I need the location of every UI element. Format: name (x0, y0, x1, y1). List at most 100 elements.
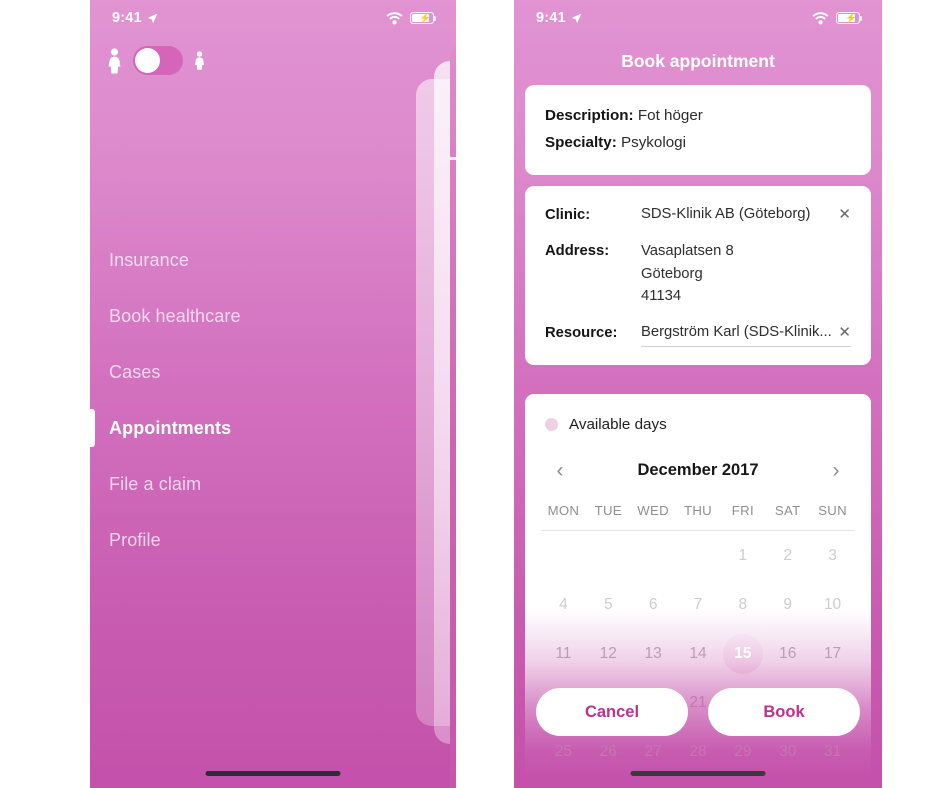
specialty-value: Psykologi (620, 134, 686, 151)
battery-charging-icon: ⚡ (836, 12, 863, 24)
calendar-day-label: 15 (734, 644, 752, 662)
address-value: Vasaplatsen 8 Göteborg 41134 (641, 240, 851, 308)
calendar-day[interactable]: 11 (541, 645, 586, 663)
sidebar-item-insurance[interactable]: Insurance (90, 232, 420, 288)
status-bar: 9:41 ⚡ (514, 0, 882, 36)
sidebar-item-profile[interactable]: Profile (90, 512, 420, 568)
close-x-icon[interactable]: ✕ (838, 207, 851, 222)
toggle-knob (135, 48, 160, 73)
phone-left-menu-screen: UPCOMING Date booked: 12/12/2 Clinic: Ca… (90, 0, 456, 788)
legend-label: Available days (569, 416, 667, 433)
available-days-legend: Available days (541, 416, 855, 433)
status-bar: 9:41 ⚡ (90, 0, 456, 36)
toggle-switch[interactable] (133, 46, 183, 75)
weekday-label: WED (637, 503, 669, 518)
calendar-day[interactable]: 30 (765, 743, 810, 761)
resource-value: Bergström Karl (SDS-Klinik... (641, 323, 832, 340)
cancel-button[interactable]: Cancel (536, 688, 688, 736)
calendar-day[interactable]: 9 (765, 596, 810, 614)
panel-tabs[interactable]: UPCOMING (450, 128, 456, 142)
menu-list: Insurance Book healthcare Cases Appointm… (90, 232, 420, 568)
booking-details-card: Clinic: SDS-Klinik AB (Göteborg) ✕ Addre… (525, 186, 871, 365)
page-title: Book appointment (621, 51, 775, 71)
calendar-weekday-header: MON TUE WED THU FRI SAT SUN (541, 503, 855, 531)
clinic-row: Clinic: SDS-Klinik AB (Göteborg) ✕ (545, 204, 851, 226)
calendar-day[interactable]: 25 (541, 743, 586, 761)
weekday-label: MON (547, 503, 580, 518)
screenshot-stage: UPCOMING Date booked: 12/12/2 Clinic: Ca… (0, 0, 940, 788)
address-line: 41134 (641, 288, 682, 304)
chevron-right-icon[interactable]: › (825, 460, 847, 481)
sidebar-item-book-healthcare[interactable]: Book healthcare (90, 288, 420, 344)
calendar-day[interactable]: 2 (765, 547, 810, 565)
weekday-label: THU (683, 503, 712, 518)
profile-type-toggle[interactable] (106, 46, 206, 75)
calendar-day[interactable]: 31 (810, 743, 855, 761)
calendar-week-row: 11 12 13 14 15 16 17 (541, 629, 855, 678)
appointments-content-panel[interactable]: UPCOMING Date booked: 12/12/2 Clinic: Ca… (450, 42, 456, 788)
phone-right-booking-screen: Book appointment Description: Fot höger … (514, 0, 882, 788)
sidebar-item-label: Insurance (109, 249, 189, 270)
weekday-label: TUE (594, 503, 622, 518)
clinic-label: Clinic: (545, 207, 591, 223)
adult-person-icon (108, 47, 121, 73)
sidebar-item-label: Appointments (109, 417, 232, 438)
navigation-drawer: Insurance Book healthcare Cases Appointm… (90, 0, 420, 788)
specialty-label: Specialty: (545, 134, 617, 151)
status-bar-indicators: ⚡ (812, 11, 863, 25)
wifi-icon (386, 11, 403, 24)
sidebar-item-label: Book healthcare (109, 305, 241, 326)
calendar-day[interactable]: 10 (810, 596, 855, 614)
status-bar-time-group: 9:41 (112, 10, 158, 26)
weekday-label: FRI (731, 503, 754, 518)
calendar-day-selected[interactable]: 15 (720, 645, 765, 663)
sidebar-item-label: Profile (109, 529, 161, 550)
calendar-day[interactable]: 28 (676, 743, 721, 761)
calendar-day[interactable]: 3 (810, 547, 855, 565)
status-bar-time-group: 9:41 (536, 10, 582, 26)
legend-dot-icon (545, 418, 558, 431)
action-buttons: Cancel Book (536, 688, 860, 736)
calendar-day[interactable]: 16 (765, 645, 810, 663)
calendar-day[interactable]: 8 (720, 596, 765, 614)
calendar-day[interactable]: 12 (586, 645, 631, 663)
address-label: Address: (545, 243, 610, 259)
location-arrow-icon (147, 13, 158, 23)
battery-charging-icon: ⚡ (410, 12, 437, 24)
chevron-left-icon[interactable]: ‹ (549, 460, 571, 481)
description-row: Description: Fot höger (545, 102, 851, 129)
resource-label: Resource: (545, 324, 618, 341)
calendar-day[interactable]: 27 (631, 743, 676, 761)
sidebar-item-cases[interactable]: Cases (90, 344, 420, 400)
calendar-day[interactable]: 29 (720, 743, 765, 761)
sidebar-item-label: Cases (109, 361, 161, 382)
book-button[interactable]: Book (708, 688, 860, 736)
calendar-day[interactable]: 14 (676, 645, 721, 663)
calendar-header: ‹ December 2017 › (541, 460, 855, 481)
weekday-label: SAT (774, 503, 801, 518)
calendar-day[interactable]: 5 (586, 596, 631, 614)
sidebar-item-appointments[interactable]: Appointments (90, 400, 420, 456)
child-person-icon (195, 51, 204, 70)
sidebar-item-file-a-claim[interactable]: File a claim (90, 456, 420, 512)
calendar-day[interactable]: 7 (676, 596, 721, 614)
sidebar-item-label: File a claim (109, 473, 202, 494)
panel-header: UPCOMING (450, 42, 456, 160)
calendar-day[interactable]: 4 (541, 596, 586, 614)
resource-select[interactable]: Bergström Karl (SDS-Klinik... ✕ (641, 322, 851, 347)
address-line: Vasaplatsen 8 (641, 243, 734, 259)
calendar-day[interactable]: 13 (631, 645, 676, 663)
tab-underline (450, 157, 456, 160)
home-indicator (205, 771, 341, 776)
appointment-summary-card: Description: Fot höger Specialty: Psykol… (525, 85, 871, 175)
calendar-day[interactable]: 17 (810, 645, 855, 663)
calendar-month-label: December 2017 (637, 461, 759, 479)
calendar-day[interactable]: 26 (586, 743, 631, 761)
close-x-icon[interactable]: ✕ (838, 325, 851, 340)
calendar-day[interactable]: 6 (631, 596, 676, 614)
calendar-week-row: 1 2 3 (541, 531, 855, 580)
address-line: Göteborg (641, 265, 703, 282)
calendar-day[interactable]: 1 (720, 547, 765, 565)
clinic-select[interactable]: SDS-Klinik AB (Göteborg) ✕ (641, 204, 851, 225)
address-row: Address: Vasaplatsen 8 Göteborg 41134 (545, 240, 851, 308)
